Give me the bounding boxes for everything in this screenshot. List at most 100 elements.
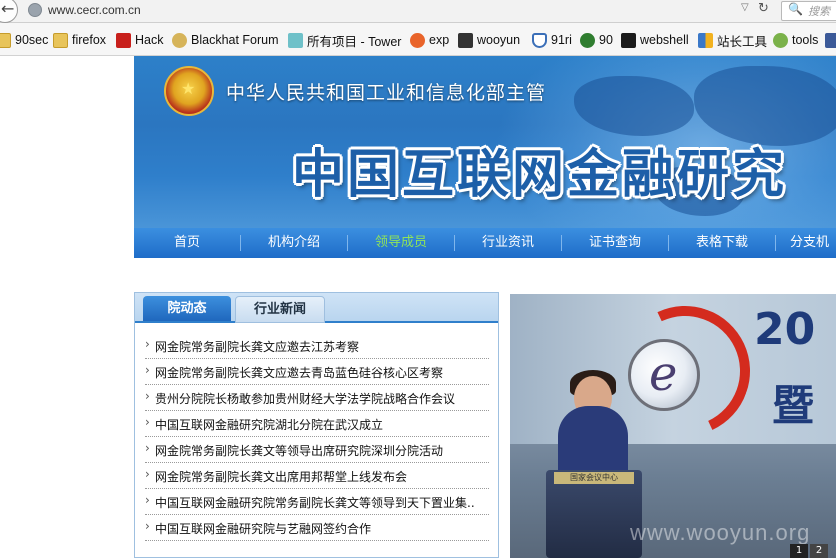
site-banner: ★ 中华人民共和国工业和信息化部主管 中国互联网金融研究 (134, 56, 836, 228)
news-link[interactable]: 贵州分院院长杨敢参加贵州财经大学法学院战略合作会议 (155, 390, 489, 407)
search-icon: 🔍 (788, 2, 803, 16)
nav-form-download[interactable]: 表格下载 (669, 228, 775, 258)
bullet-arrow-icon: › (145, 493, 150, 507)
list-item[interactable]: › 中国互联网金融研究院湖北分院在武汉成立 (145, 411, 489, 437)
news-link[interactable]: 网金院常务副院长龚文应邀去青岛蓝色硅谷核心区考察 (155, 364, 489, 381)
list-item[interactable]: › 中国互联网金融研究院与艺融网签约合作 (145, 515, 489, 541)
site-title: 中国互联网金融研究 (292, 145, 788, 205)
bookmark-label: Blackhat Forum (191, 33, 279, 47)
nav-about[interactable]: 机构介绍 (241, 228, 347, 258)
facebook-icon (825, 32, 836, 48)
back-arrow-icon: ← (1, 0, 15, 18)
bookmark-label: 90sec (15, 33, 49, 47)
leaf-icon (773, 32, 788, 48)
list-item[interactable]: › 网金院常务副院长龚文应邀去江苏考察 (145, 333, 489, 359)
bookmark-hack[interactable]: Hack (116, 31, 163, 49)
main-nav: 首页 机构介绍 领导成员 行业资讯 证书查询 表格下载 分支机 (134, 228, 836, 258)
bug-icon (580, 32, 595, 48)
photo-slideshow[interactable]: e 20 暨 国家会议中心 www.wooyun.org 1 2 (510, 294, 836, 558)
bookmark-label: firefox (72, 33, 107, 47)
news-link[interactable]: 网金院常务副院长龚文等领导出席研究院深圳分院活动 (155, 442, 489, 459)
news-link[interactable]: 中国互联网金融研究院湖北分院在武汉成立 (155, 416, 489, 433)
bookmark-firefox[interactable]: firefox (53, 31, 106, 49)
nav-certificate-query[interactable]: 证书查询 (562, 228, 668, 258)
news-list: › 网金院常务副院长龚文应邀去江苏考察 › 网金院常务副院长龚文应邀去青岛蓝色硅谷核… (145, 333, 489, 541)
skull-icon (116, 32, 131, 48)
list-item[interactable]: › 中国互联网金融研究院常务副院长龚文等领导到天下置业集.. (145, 489, 489, 515)
bookmark-facebook[interactable] (825, 31, 836, 49)
bullet-arrow-icon: › (145, 441, 150, 455)
banner-headline: 20 (754, 304, 816, 355)
tab-industry-news[interactable]: 行业新闻 (235, 296, 325, 323)
wooyun-icon (458, 32, 473, 48)
tab-institute-news[interactable]: 院动态 (143, 296, 231, 321)
url-input[interactable]: www.cecr.com.cn (48, 3, 141, 17)
podium-label: 国家会议中心 (554, 472, 634, 484)
e-logo-icon: e (628, 339, 700, 411)
url-dropdown-icon[interactable]: ▽ (741, 2, 749, 13)
bullet-arrow-icon: › (145, 467, 150, 481)
nav-home[interactable]: 首页 (134, 228, 240, 258)
flame-icon (410, 32, 425, 48)
globe-icon (28, 3, 42, 17)
bookmarks-bar: 90sec firefox Hack Blackhat Forum 所有项目 -… (0, 23, 836, 56)
bookmark-label: 91ri (551, 33, 572, 47)
watermark-text: www.wooyun.org (630, 520, 811, 545)
list-item[interactable]: › 网金院常务副院长龚文应邀去青岛蓝色硅谷核心区考察 (145, 359, 489, 385)
nav-divider (775, 235, 776, 251)
news-tabs: 院动态 行业新闻 (135, 293, 498, 323)
url-bar: ← www.cecr.com.cn ▽ ↻ 🔍 搜索 (0, 0, 836, 23)
bullet-arrow-icon: › (145, 389, 150, 403)
slide-page-2[interactable]: 2 (810, 544, 828, 558)
bookmark-exp[interactable]: exp (410, 31, 449, 49)
reload-icon[interactable]: ↻ (758, 1, 769, 16)
bookmark-90sec[interactable]: 90sec (0, 31, 48, 49)
bullet-arrow-icon: › (145, 415, 150, 429)
bookmark-91ri[interactable]: 91ri (532, 31, 572, 49)
bookmark-label: 所有项目 - Tower (307, 34, 402, 49)
bookmark-90[interactable]: 90 (580, 31, 613, 49)
bookmark-label: webshell (640, 33, 689, 47)
news-link[interactable]: 网金院常务副院长龚文出席用邦帮堂上线发布会 (155, 468, 489, 485)
bullet-arrow-icon: › (145, 519, 150, 533)
website: ★ 中华人民共和国工业和信息化部主管 中国互联网金融研究 首页 机构介绍 领导成… (134, 56, 836, 558)
bookmark-label: 90 (599, 33, 613, 47)
back-button[interactable]: ← (0, 0, 18, 23)
bookmark-label: 站长工具 (717, 34, 768, 49)
news-panel: 院动态 行业新闻 › 网金院常务副院长龚文应邀去江苏考察 › 网金院常务副院长龚文应… (134, 292, 499, 558)
list-item[interactable]: › 网金院常务副院长龚文等领导出席研究院深圳分院活动 (145, 437, 489, 463)
bookmark-label: exp (429, 33, 450, 47)
bookmark-label: tools (792, 33, 819, 47)
news-link[interactable]: 网金院常务副院长龚文应邀去江苏考察 (155, 338, 489, 355)
bookmark-blackhat-forum[interactable]: Blackhat Forum (172, 31, 279, 49)
chart-icon (698, 32, 713, 48)
bookmark-wooyun[interactable]: wooyun (458, 31, 520, 49)
slide-page-1[interactable]: 1 (790, 544, 808, 558)
nav-leaders[interactable]: 领导成员 (348, 228, 454, 258)
tower-icon (288, 32, 303, 48)
search-input[interactable]: 🔍 搜索 (781, 1, 836, 21)
terminal-icon (621, 32, 636, 48)
badge-icon (172, 32, 187, 48)
national-emblem-icon: ★ (164, 66, 214, 116)
search-placeholder: 搜索 (808, 5, 830, 18)
bullet-arrow-icon: › (145, 337, 150, 351)
banner-headline: 暨 (772, 381, 815, 430)
nav-industry-news[interactable]: 行业资讯 (455, 228, 561, 258)
bookmark-webshell[interactable]: webshell (621, 31, 689, 49)
nav-branches[interactable]: 分支机 (790, 228, 836, 258)
folder-icon (0, 32, 11, 48)
folder-icon (53, 32, 68, 48)
bullet-arrow-icon: › (145, 363, 150, 377)
news-link[interactable]: 中国互联网金融研究院常务副院长龚文等领导到天下置业集.. (155, 494, 489, 511)
ministry-text: 中华人民共和国工业和信息化部主管 (226, 82, 547, 104)
bookmark-label: Hack (135, 33, 164, 47)
bookmark-tools[interactable]: tools (773, 31, 818, 49)
list-item[interactable]: › 贵州分院院长杨敢参加贵州财经大学法学院战略合作会议 (145, 385, 489, 411)
bookmark-label: wooyun (477, 33, 521, 47)
bookmark-zhanzhang[interactable]: 站长工具 (698, 31, 767, 49)
news-link[interactable]: 中国互联网金融研究院与艺融网签约合作 (155, 520, 489, 537)
list-item[interactable]: › 网金院常务副院长龚文出席用邦帮堂上线发布会 (145, 463, 489, 489)
shield-icon (532, 32, 547, 48)
bookmark-tower[interactable]: 所有项目 - Tower (288, 31, 401, 49)
